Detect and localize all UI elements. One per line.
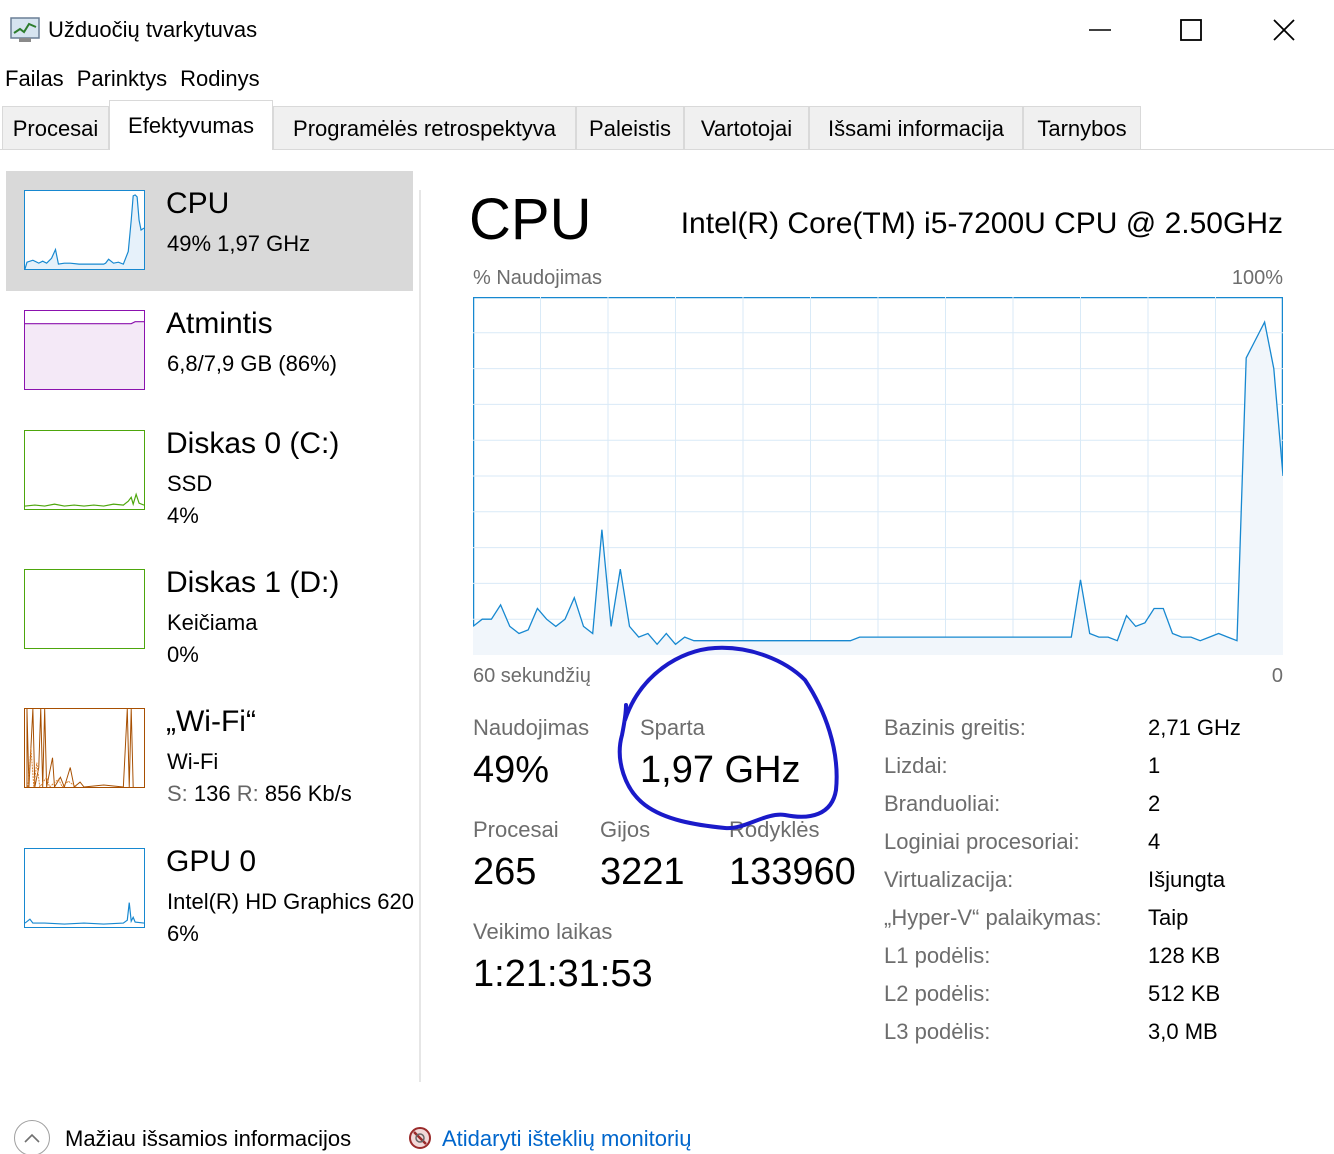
tab-bar: Procesai Efektyvumas Programėlės retrosp… [0, 100, 1334, 150]
uptime-label: Veikimo laikas [473, 919, 613, 944]
device-disk1[interactable]: Diskas 1 (D:) Keičiama 0% [6, 550, 413, 670]
spec-label: „Hyper-V“ palaikymas: [884, 905, 1102, 930]
menu-file[interactable]: Failas [0, 62, 72, 96]
graph-time-label: 60 sekundžių [473, 665, 591, 687]
spec-label: Bazinis greitis: [884, 715, 1026, 740]
utilization-label: Naudojimas [473, 715, 590, 740]
spec-value: 3,0 MB [1148, 1019, 1218, 1044]
page-title: CPU [469, 187, 592, 252]
spec-label: L1 podėlis: [884, 943, 991, 968]
resource-monitor-icon [409, 1127, 431, 1149]
device-name: „Wi-Fi“ [166, 705, 256, 738]
tab-users[interactable]: Vartotojai [684, 106, 809, 149]
cpu-model-name: Intel(R) Core(TM) i5-7200U CPU @ 2.50GHz [680, 207, 1283, 240]
spec-value: 512 KB [1148, 981, 1221, 1006]
minimize-button[interactable] [1052, 4, 1148, 56]
speed-label: Sparta [640, 715, 705, 740]
maximize-button[interactable] [1143, 4, 1239, 56]
spec-value: 2,71 GHz [1148, 715, 1241, 740]
threads-value: 3221 [600, 851, 685, 893]
device-usage: 6% [167, 921, 199, 946]
uptime-value: 1:21:31:53 [473, 953, 653, 995]
device-detail: Keičiama [167, 610, 258, 635]
utilization-value: 49% [473, 749, 550, 791]
window-title: Užduočių tvarkytuvas [48, 17, 258, 42]
handles-label: Rodyklės [729, 817, 820, 842]
gpu-sparkline [24, 848, 145, 928]
spec-value: 4 [1148, 829, 1161, 854]
spec-label: Lizdai: [884, 753, 948, 778]
menu-view[interactable]: Rodinys [175, 62, 267, 96]
spec-label: Virtualizacija: [884, 867, 1014, 892]
device-detail: 6,8/7,9 GB (86%) [167, 351, 337, 376]
menu-options[interactable]: Parinktys [72, 62, 175, 96]
speed-value: 1,97 GHz [640, 749, 801, 791]
maximize-icon [1180, 19, 1202, 41]
spec-label: L2 podėlis: [884, 981, 991, 1006]
device-detail: Wi-Fi [167, 749, 219, 774]
handles-value: 133960 [729, 851, 856, 893]
device-usage: 4% [167, 503, 199, 528]
task-manager-icon [10, 17, 40, 42]
fewer-details-button[interactable] [14, 1120, 50, 1154]
disk0-sparkline [24, 430, 145, 510]
device-detail: Intel(R) HD Graphics 620 [167, 889, 414, 914]
device-detail: SSD [167, 471, 213, 496]
open-resource-monitor-link[interactable]: Atidaryti išteklių monitorių [442, 1126, 691, 1152]
device-name: GPU 0 [166, 845, 257, 878]
graph-max-label: 100% [1231, 267, 1283, 289]
spec-value: 1 [1148, 753, 1161, 778]
threads-label: Gijos [600, 817, 651, 842]
device-detail: 49% 1,97 GHz [167, 231, 311, 256]
spec-value: Taip [1148, 905, 1189, 930]
memory-sparkline [24, 310, 145, 390]
processes-value: 265 [473, 851, 537, 893]
title-bar: Užduočių tvarkytuvas [0, 0, 1334, 60]
menu-bar: Failas Parinktys Rodinys [0, 62, 268, 96]
fewer-details-label[interactable]: Mažiau išsamios informacijos [65, 1126, 351, 1152]
device-usage: 0% [167, 642, 199, 667]
wifi-sparkline [24, 708, 145, 788]
graph-zero-label: 0 [1271, 665, 1283, 687]
spec-label: Loginiai procesoriai: [884, 829, 1080, 854]
spec-value: 2 [1148, 791, 1161, 816]
tab-startup[interactable]: Paleistis [576, 106, 684, 149]
cpu-usage-graph [473, 297, 1283, 655]
close-icon [1273, 19, 1295, 41]
disk1-sparkline [24, 569, 145, 649]
processes-label: Procesai [473, 817, 559, 842]
tab-app-history[interactable]: Programėlės retrospektyva [273, 106, 576, 149]
tab-processes[interactable]: Procesai [2, 106, 109, 149]
device-name: Atmintis [166, 307, 273, 340]
tab-details[interactable]: Išsami informacija [809, 106, 1023, 149]
minimize-icon [1089, 29, 1111, 31]
cpu-sparkline [24, 190, 145, 270]
chevron-up-icon [14, 1120, 50, 1154]
spec-label: L3 podėlis: [884, 1019, 991, 1044]
graph-axis-label: % Naudojimas [473, 267, 602, 289]
device-cpu[interactable]: CPU 49% 1,97 GHz [6, 171, 413, 291]
device-throughput: S: 136 R: 856 Kb/s [167, 781, 352, 806]
close-button[interactable] [1236, 4, 1332, 56]
device-memory[interactable]: Atmintis 6,8/7,9 GB (86%) [6, 291, 413, 411]
tab-performance[interactable]: Efektyvumas [109, 100, 273, 150]
device-name: Diskas 0 (C:) [166, 427, 340, 460]
tab-services[interactable]: Tarnybos [1023, 106, 1141, 149]
device-gpu0[interactable]: GPU 0 Intel(R) HD Graphics 620 6% [6, 829, 420, 949]
device-name: Diskas 1 (D:) [166, 566, 340, 599]
device-wifi[interactable]: „Wi-Fi“ Wi-Fi S: 136 R: 856 Kb/s [6, 689, 413, 809]
spec-label: Branduoliai: [884, 791, 1001, 816]
spec-value: 128 KB [1148, 943, 1221, 968]
device-disk0[interactable]: Diskas 0 (C:) SSD 4% [6, 411, 413, 531]
spec-value: Išjungta [1148, 867, 1226, 892]
device-name: CPU [166, 187, 230, 220]
